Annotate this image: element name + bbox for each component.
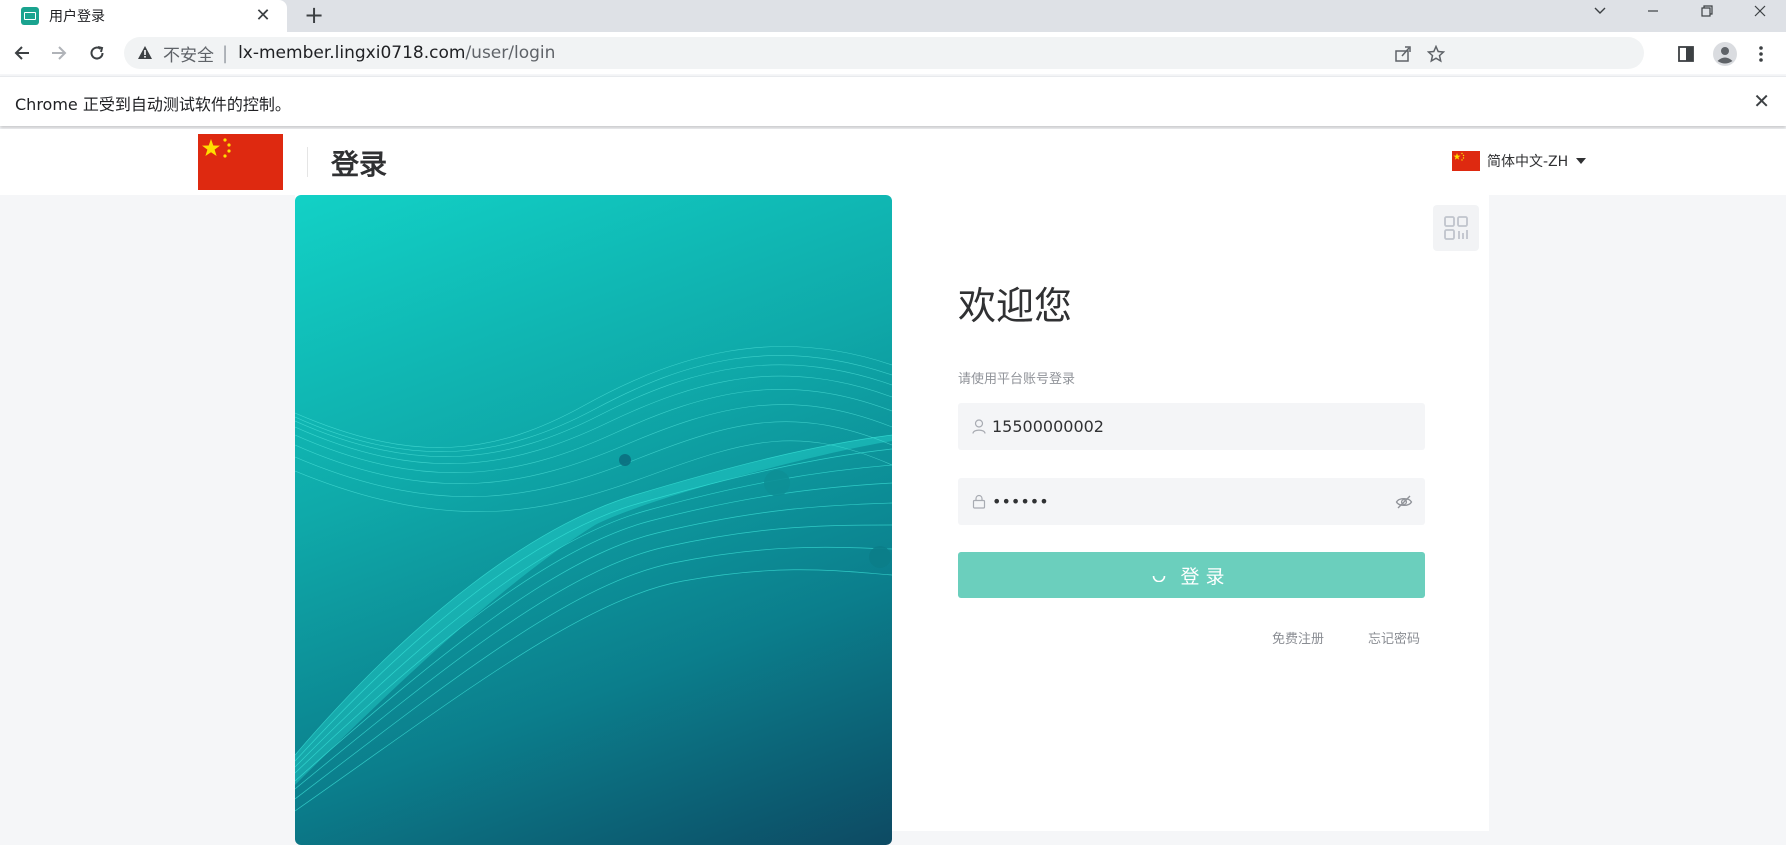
username-input[interactable] — [992, 417, 1372, 436]
login-button[interactable]: 登录 — [958, 552, 1425, 598]
tab-title: 用户登录 — [49, 9, 105, 25]
lock-icon — [971, 494, 987, 510]
forgot-password-link[interactable]: 忘记密码 — [1368, 628, 1420, 647]
reload-icon[interactable] — [83, 39, 111, 67]
demo-favicon-icon — [21, 7, 39, 25]
share-icon[interactable] — [1392, 43, 1414, 65]
url-text[interactable]: lx-member.lingxi0718.com/user/login — [238, 43, 555, 63]
page-title: 登录 — [331, 148, 388, 181]
register-link[interactable]: 免费注册 — [1272, 628, 1324, 647]
warning-icon[interactable] — [137, 45, 153, 61]
browser-toolbar: 不安全 | lx-member.lingxi0718.com/user/logi… — [0, 32, 1786, 74]
login-card: 欢迎您 请使用平台账号登录 •••••• 登录 免费注册 忘记密码 — [295, 195, 1489, 845]
qrcode-icon[interactable] — [1433, 205, 1479, 251]
url-host: lx-member.lingxi0718.com — [238, 43, 466, 63]
china-flag-logo — [198, 134, 283, 190]
china-flag-icon — [1452, 151, 1480, 171]
address-bar[interactable]: 不安全 | lx-member.lingxi0718.com/user/logi… — [124, 37, 1644, 69]
bookmark-star-icon[interactable] — [1425, 43, 1447, 65]
login-subtitle: 请使用平台账号登录 — [958, 372, 1076, 387]
security-label[interactable]: 不安全 — [163, 41, 214, 66]
omnibox-separator: | — [222, 42, 229, 64]
forward-icon[interactable] — [45, 39, 73, 67]
language-switcher[interactable]: 简体中文-ZH — [1452, 151, 1587, 171]
infobar-text: Chrome 正受到自动测试软件的控制。 — [15, 95, 291, 114]
infobar-close-icon[interactable]: ✕ — [1753, 89, 1770, 113]
login-links: 免费注册 忘记密码 — [958, 628, 1425, 648]
caret-down-icon — [1576, 158, 1587, 164]
hero-wave-illustration — [295, 195, 892, 845]
minimize-icon[interactable] — [1633, 0, 1673, 24]
tab-search-icon[interactable] — [1580, 0, 1620, 24]
restore-icon[interactable] — [1687, 0, 1727, 24]
new-tab-button[interactable]: + — [300, 2, 328, 30]
username-field[interactable] — [958, 403, 1425, 450]
password-field[interactable]: •••••• — [958, 478, 1425, 525]
tab-close-icon[interactable]: ✕ — [253, 6, 273, 26]
language-label: 简体中文-ZH — [1487, 154, 1569, 170]
back-icon[interactable] — [8, 39, 36, 67]
url-path: /user/login — [465, 43, 556, 63]
login-button-label: 登录 — [1180, 565, 1231, 588]
password-input[interactable]: •••••• — [992, 492, 1372, 511]
automation-infobar: Chrome 正受到自动测试软件的控制。 ✕ — [0, 76, 1786, 126]
user-icon — [971, 419, 987, 435]
welcome-heading: 欢迎您 — [958, 284, 1073, 328]
window-close-icon[interactable] — [1740, 0, 1780, 24]
header-divider — [307, 147, 308, 177]
page-header: 登录 简体中文-ZH — [0, 129, 1786, 195]
browser-tab-bar: 用户登录 ✕ + — [0, 0, 1786, 32]
browser-tab-active[interactable]: 用户登录 ✕ — [0, 0, 287, 32]
spinner-icon — [1153, 575, 1166, 582]
eye-off-icon[interactable] — [1395, 493, 1413, 511]
profile-avatar-icon[interactable] — [1712, 41, 1738, 67]
side-panel-icon[interactable] — [1673, 41, 1699, 67]
browser-menu-icon[interactable] — [1748, 41, 1774, 67]
